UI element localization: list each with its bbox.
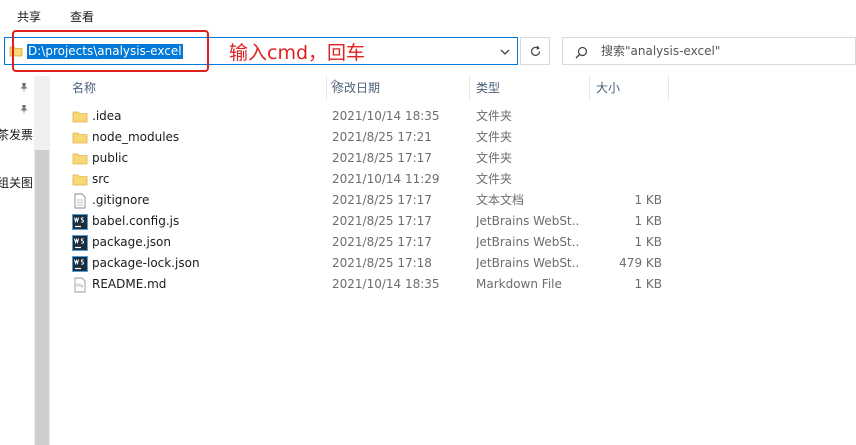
file-type: JetBrains WebSt... (476, 214, 580, 228)
pin-icon[interactable] (18, 82, 30, 94)
annotation-text: 输入cmd，回车 (229, 42, 366, 64)
refresh-button[interactable] (520, 37, 550, 65)
file-row[interactable]: package-lock.json 2021/8/25 17:18 JetBra… (66, 253, 668, 274)
file-row[interactable]: src 2021/10/14 11:29 文件夹 (66, 169, 668, 190)
ribbon-bar: 共享 查看 (0, 0, 856, 32)
file-date: 2021/8/25 17:18 (332, 256, 432, 270)
file-size: 1 KB (634, 235, 662, 249)
text-file-icon (72, 193, 88, 209)
file-row[interactable]: .gitignore 2021/8/25 17:17 文本文档 1 KB (66, 190, 668, 211)
folder-icon (72, 109, 88, 125)
address-row: D:\projects\analysis-excel (0, 34, 856, 68)
folder-icon (72, 172, 88, 188)
file-type: 文件夹 (476, 109, 513, 123)
file-name: public (92, 151, 129, 165)
column-divider[interactable] (589, 76, 590, 100)
file-row[interactable]: babel.config.js 2021/8/25 17:17 JetBrain… (66, 211, 668, 232)
file-size: 479 KB (619, 256, 662, 270)
file-date: 2021/10/14 18:35 (332, 109, 440, 123)
column-header-type[interactable]: 类型 (476, 76, 500, 100)
column-divider[interactable] (326, 76, 327, 100)
refresh-icon (530, 45, 541, 56)
navigation-pane: 茶发票 组关图, (0, 76, 34, 445)
column-header-size[interactable]: 大小 (596, 76, 620, 100)
column-divider[interactable] (668, 76, 669, 100)
file-type: JetBrains WebSt... (476, 256, 580, 270)
file-size: 1 KB (634, 193, 662, 207)
file-name: src (92, 172, 110, 186)
file-row[interactable]: public 2021/8/25 17:17 文件夹 (66, 148, 668, 169)
folder-icon (72, 130, 88, 146)
file-name: babel.config.js (92, 214, 180, 228)
file-type: 文件夹 (476, 172, 513, 186)
file-name: README.md (92, 277, 167, 291)
search-icon (575, 46, 588, 59)
tab-share[interactable]: 共享 (17, 8, 41, 25)
file-date: 2021/10/14 11:29 (332, 172, 440, 186)
file-type: JetBrains WebSt... (476, 235, 580, 249)
file-name: package-lock.json (92, 256, 200, 270)
tab-view[interactable]: 查看 (70, 8, 94, 25)
column-divider[interactable] (469, 76, 470, 100)
webstorm-file-icon (72, 256, 88, 272)
file-type: 文本文档 (476, 193, 525, 207)
file-date: 2021/8/25 17:17 (332, 151, 432, 165)
nav-item-fragment[interactable]: 茶发票 (0, 126, 33, 143)
search-input[interactable] (601, 43, 841, 59)
folder-icon (9, 44, 23, 58)
file-size: 1 KB (634, 277, 662, 291)
file-name: package.json (92, 235, 172, 249)
file-name: .gitignore (92, 193, 150, 207)
file-date: 2021/8/25 17:17 (332, 235, 432, 249)
nav-scrollbar-thumb[interactable] (35, 150, 49, 445)
column-header-name[interactable]: 名称 (72, 76, 96, 100)
file-type: 文件夹 (476, 151, 513, 165)
file-date: 2021/8/25 17:17 (332, 214, 432, 228)
folder-icon (72, 151, 88, 167)
file-name: .idea (92, 109, 122, 123)
pin-icon[interactable] (18, 104, 30, 116)
address-path-text[interactable]: D:\projects\analysis-excel (27, 44, 183, 59)
chevron-down-icon[interactable] (499, 46, 511, 58)
file-type: 文件夹 (476, 130, 513, 144)
webstorm-file-icon (72, 214, 88, 230)
file-date: 2021/10/14 18:35 (332, 277, 440, 291)
file-row[interactable]: .idea 2021/10/14 18:35 文件夹 (66, 106, 668, 127)
search-box[interactable] (562, 37, 856, 65)
webstorm-file-icon (72, 235, 88, 251)
file-date: 2021/8/25 17:21 (332, 130, 432, 144)
file-type: Markdown File (476, 277, 562, 291)
markdown-file-icon (72, 277, 88, 293)
file-date: 2021/8/25 17:17 (332, 193, 432, 207)
file-row[interactable]: README.md 2021/10/14 18:35 Markdown File… (66, 274, 668, 295)
file-row[interactable]: package.json 2021/8/25 17:17 JetBrains W… (66, 232, 668, 253)
column-header-date[interactable]: 修改日期 (332, 76, 380, 100)
file-row[interactable]: node_modules 2021/8/25 17:21 文件夹 (66, 127, 668, 148)
nav-item-fragment[interactable]: 组关图, (0, 174, 34, 191)
file-name: node_modules (92, 130, 180, 144)
file-size: 1 KB (634, 214, 662, 228)
